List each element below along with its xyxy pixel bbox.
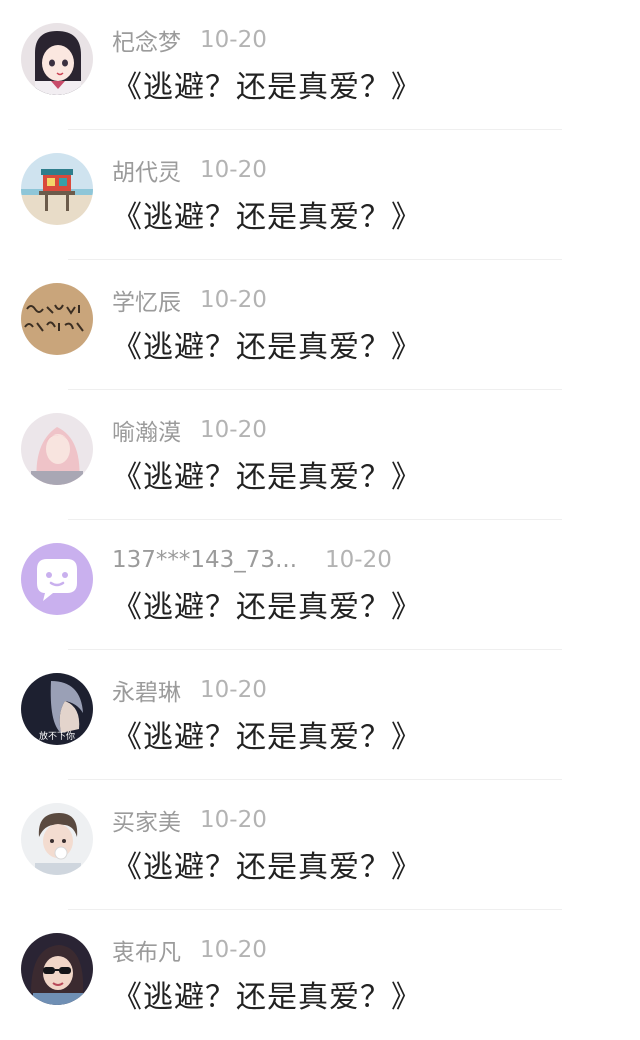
- comment-item[interactable]: 衷布凡 10-20 《逃避？还是真爱？》: [0, 910, 640, 1040]
- anime-girl-avatar-icon: [21, 23, 93, 95]
- comment-date: 10-20: [200, 417, 267, 443]
- comment-date: 10-20: [325, 547, 392, 573]
- comment-date: 10-20: [200, 27, 267, 53]
- username[interactable]: 永碧琳: [112, 673, 181, 707]
- username[interactable]: 喻瀚漠: [112, 413, 181, 447]
- user-avatar[interactable]: [21, 933, 93, 1005]
- comment-item[interactable]: 放不下你 永碧琳 10-20 《逃避？还是真爱？》: [0, 650, 640, 780]
- comment-item[interactable]: 买家美 10-20 《逃避？还是真爱？》: [0, 780, 640, 910]
- username[interactable]: 学忆辰: [112, 283, 181, 317]
- comment-meta: 永碧琳 10-20: [112, 674, 267, 706]
- comment-date: 10-20: [200, 937, 267, 963]
- comment-meta: 杞念梦 10-20: [112, 24, 267, 56]
- username[interactable]: 衷布凡: [112, 933, 181, 967]
- avatar-caption: 放不下你: [39, 730, 75, 742]
- username[interactable]: 买家美: [112, 803, 181, 837]
- handwriting-avatar-icon: [21, 283, 93, 355]
- comment-meta: 喻瀚漠 10-20: [112, 414, 267, 446]
- default-chat-bubble-avatar-icon: [21, 543, 93, 615]
- comment-text[interactable]: 《逃避？还是真爱？》: [112, 322, 422, 366]
- comment-text[interactable]: 《逃避？还是真爱？》: [112, 62, 422, 106]
- user-avatar[interactable]: 放不下你: [21, 673, 93, 745]
- comment-text[interactable]: 《逃避？还是真爱？》: [112, 842, 422, 886]
- comment-meta: 137***143_73... 10-20: [112, 544, 392, 576]
- comment-list: 杞念梦 10-20 《逃避？还是真爱？》 胡代灵 10-20 《逃避？还是真爱？…: [0, 0, 640, 1023]
- comment-text[interactable]: 《逃避？还是真爱？》: [112, 582, 422, 626]
- dark-photo-avatar-icon: 放不下你: [21, 673, 93, 745]
- lifeguard-hut-avatar-icon: [21, 153, 93, 225]
- username[interactable]: 杞念梦: [112, 23, 181, 57]
- comment-item[interactable]: 喻瀚漠 10-20 《逃避？还是真爱？》: [0, 390, 640, 520]
- user-avatar[interactable]: [21, 413, 93, 485]
- comment-meta: 学忆辰 10-20: [112, 284, 267, 316]
- user-avatar[interactable]: [21, 23, 93, 95]
- comment-date: 10-20: [200, 807, 267, 833]
- username[interactable]: 137***143_73...: [112, 547, 297, 573]
- comment-meta: 买家美 10-20: [112, 804, 267, 836]
- comment-text[interactable]: 《逃避？还是真爱？》: [112, 972, 422, 1016]
- comment-item[interactable]: 杞念梦 10-20 《逃避？还是真爱？》: [0, 0, 640, 130]
- young-man-avatar-icon: [21, 803, 93, 875]
- comment-item[interactable]: 学忆辰 10-20 《逃避？还是真爱？》: [0, 260, 640, 390]
- comment-text[interactable]: 《逃避？还是真爱？》: [112, 192, 422, 236]
- comment-meta: 胡代灵 10-20: [112, 154, 267, 186]
- comment-text[interactable]: 《逃避？还是真爱？》: [112, 712, 422, 756]
- user-avatar[interactable]: [21, 153, 93, 225]
- comment-date: 10-20: [200, 157, 267, 183]
- comment-meta: 衷布凡 10-20: [112, 934, 267, 966]
- sunglasses-girl-avatar-icon: [21, 933, 93, 1005]
- user-avatar[interactable]: [21, 543, 93, 615]
- comment-date: 10-20: [200, 677, 267, 703]
- comment-item[interactable]: 胡代灵 10-20 《逃避？还是真爱？》: [0, 130, 640, 260]
- comment-text[interactable]: 《逃避？还是真爱？》: [112, 452, 422, 496]
- user-avatar[interactable]: [21, 283, 93, 355]
- comment-item[interactable]: 137***143_73... 10-20 《逃避？还是真爱？》: [0, 520, 640, 650]
- pink-hair-girl-avatar-icon: [21, 413, 93, 485]
- user-avatar[interactable]: [21, 803, 93, 875]
- comment-date: 10-20: [200, 287, 267, 313]
- username[interactable]: 胡代灵: [112, 153, 181, 187]
